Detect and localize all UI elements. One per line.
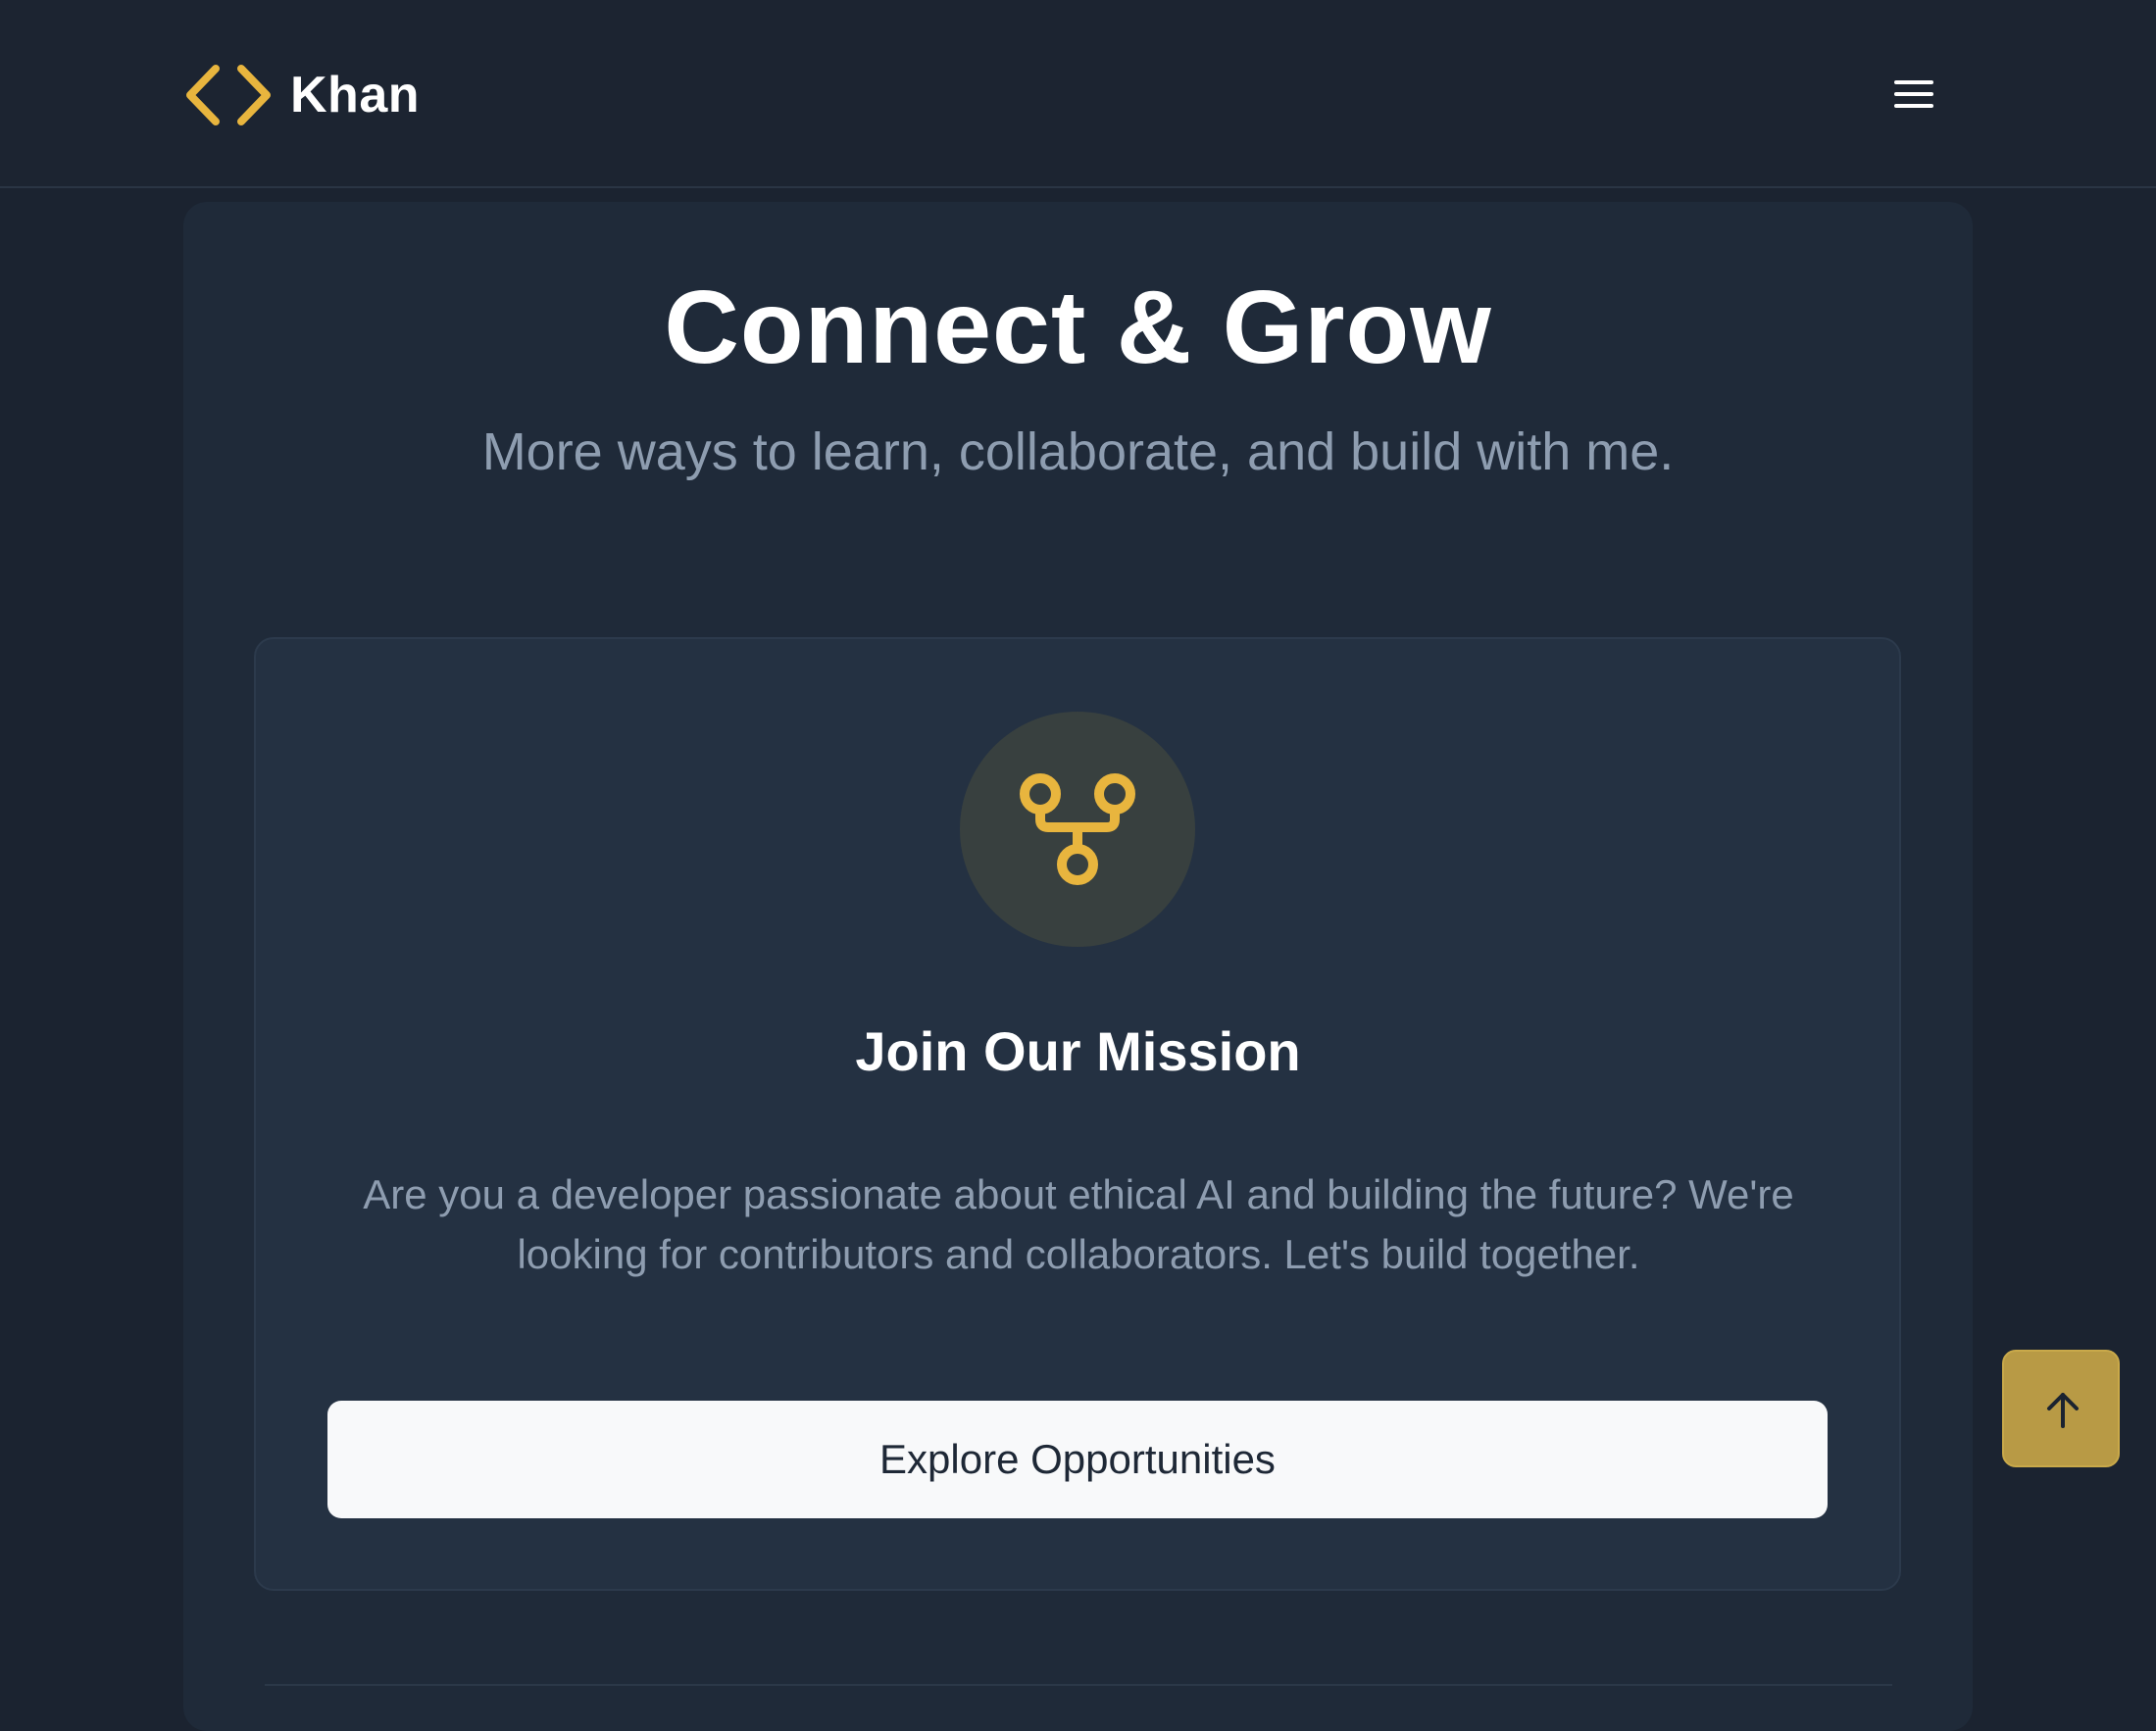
next-card-edge (265, 1684, 1892, 1686)
section-subtitle: More ways to learn, collaborate, and bui… (481, 422, 1675, 481)
code-brackets-icon (186, 65, 271, 125)
explore-opportunities-button[interactable]: Explore Opportunities (327, 1401, 1828, 1518)
brand-logo-link[interactable]: Khan (184, 61, 420, 129)
mission-description: Are you a developer passionate about eth… (363, 1171, 1794, 1277)
hamburger-menu-icon (1894, 80, 1933, 108)
mission-title: Join Our Mission (855, 1020, 1301, 1082)
scroll-to-top-button[interactable] (2002, 1350, 2120, 1467)
top-navbar: Khan (0, 0, 2156, 188)
mission-icon-badge (960, 712, 1195, 947)
section-title: Connect & Grow (664, 270, 1492, 385)
git-fork-icon (1020, 773, 1135, 885)
menu-button[interactable] (1892, 73, 1935, 116)
brand-name: Khan (290, 67, 420, 124)
arrow-up-icon (2047, 1393, 2079, 1428)
